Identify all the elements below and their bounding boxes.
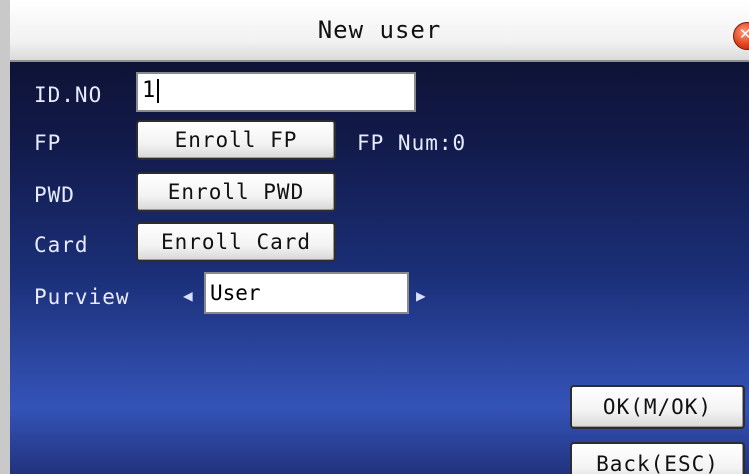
pwd-label: PWD [34,183,75,207]
card-label: Card [34,233,89,257]
right-arrow-icon[interactable]: ▶ [416,286,426,305]
enroll-card-button[interactable]: Enroll Card [136,222,336,262]
window-title: New user [317,16,442,44]
purview-select[interactable]: User [204,272,409,314]
left-edge [0,0,10,474]
fp-num-text: FP Num:0 [357,131,467,155]
title-bar: New user [10,0,749,62]
ok-button[interactable]: OK(M/OK) [570,385,745,429]
back-button[interactable]: Back(ESC) [570,442,745,474]
id-value: 1 [142,78,156,103]
id-label: ID.NO [34,83,103,107]
enroll-fp-button[interactable]: Enroll FP [136,120,336,160]
fp-label: FP [34,131,62,155]
close-icon[interactable] [733,22,749,50]
enroll-pwd-button[interactable]: Enroll PWD [136,172,336,212]
left-arrow-icon[interactable]: ◀ [183,286,193,305]
id-input[interactable]: 1 [136,72,416,112]
new-user-screen: New user ID.NO 1 FP Enroll FP FP Num:0 P… [0,0,749,474]
purview-label: Purview [34,285,130,309]
text-caret [157,79,160,103]
purview-value: User [210,281,261,305]
